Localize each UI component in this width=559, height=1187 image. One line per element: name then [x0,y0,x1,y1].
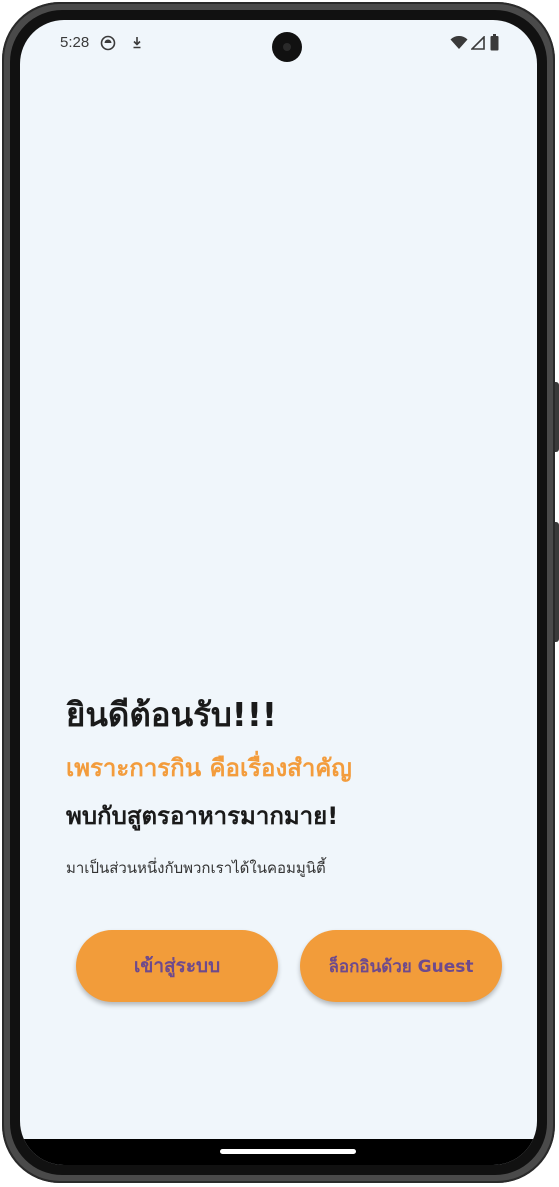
power-button [555,382,559,452]
tagline: เพราะการกิน คือเรื่องสำคัญ [66,754,352,782]
login-button[interactable]: เข้าสู่ระบบ [76,930,278,1002]
home-gesture-pill[interactable] [220,1149,356,1154]
phone-bezel: 5:28 ยินดีต้อนรับ!!! เพราะการกิน คือเรื่… [10,10,547,1175]
welcome-title: ยินดีต้อนรับ!!! [66,695,277,734]
download-icon [133,37,141,49]
subtitle: พบกับสูตรอาหารมากมาย! [66,802,339,830]
status-time: 5:28 [60,34,90,51]
status-bar: 5:28 [20,20,537,68]
wifi-icon [450,36,468,49]
guest-login-button[interactable]: ล็อกอินด้วย Guest [300,930,502,1002]
battery-icon [490,34,499,51]
navigation-bar [20,1139,537,1165]
sync-icon [100,35,116,51]
front-camera [272,32,302,62]
phone-frame: 5:28 ยินดีต้อนรับ!!! เพราะการกิน คือเรื่… [2,2,559,1183]
signal-icon [471,36,485,50]
volume-button [555,522,559,642]
app-screen: 5:28 ยินดีต้อนรับ!!! เพราะการกิน คือเรื่… [20,20,537,1165]
welcome-section: ยินดีต้อนรับ!!! เพราะการกิน คือเรื่องสำค… [66,690,526,880]
description: มาเป็นส่วนหนึ่งกับพวกเราได้ในคอมมูนิตี้ [66,859,326,877]
